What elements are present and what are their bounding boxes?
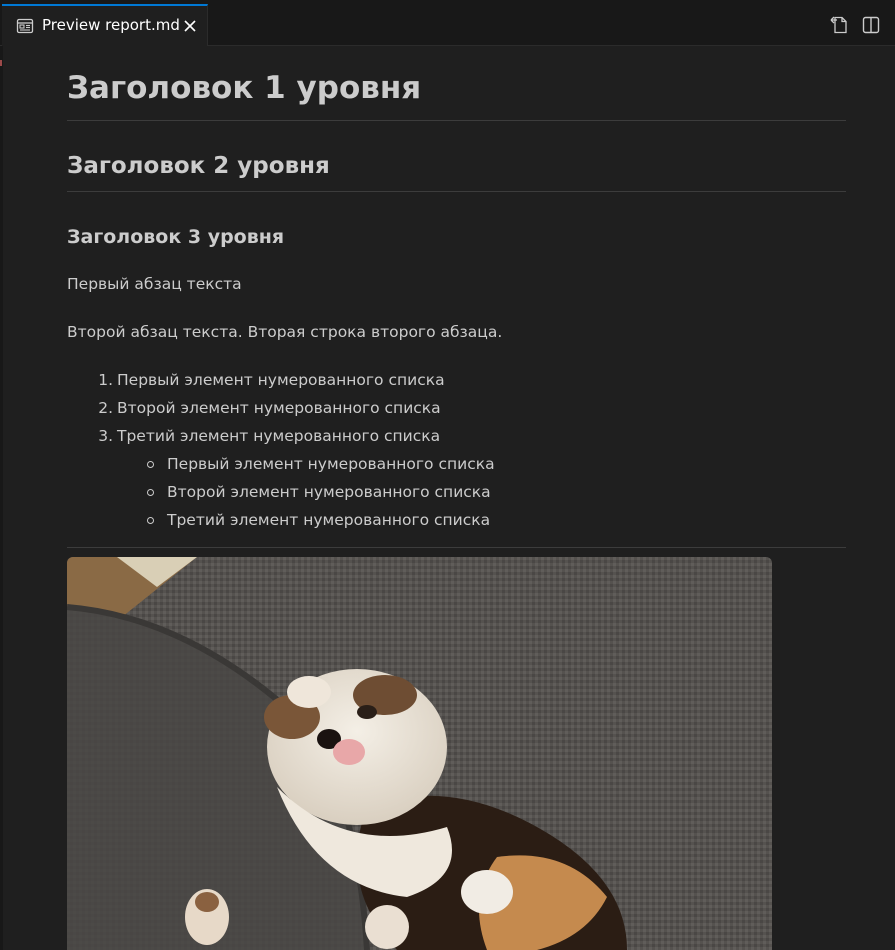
tab-preview-report[interactable]: Preview report.md [2,4,208,46]
left-edge [0,46,3,950]
paragraph-2: Второй абзац текста. Вторая строка второ… [67,323,503,341]
open-source-icon[interactable] [829,15,849,35]
ordered-list-item: 3. Третий элемент нумерованного списка [98,427,441,445]
bullet-marker [147,489,154,496]
heading-2-rule [67,191,846,192]
ordered-list-item: 1. Первый элемент нумерованного списка [98,371,445,389]
bullet-marker [147,461,154,468]
heading-1: Заголовок 1 уровня [67,70,422,106]
ordered-list-item: 2. Второй элемент нумерованного списка [98,399,441,417]
heading-3: Заголовок 3 уровня [67,226,285,248]
ferret-photo [67,557,772,950]
paragraph-1: Первый абзац текста [67,275,242,293]
nested-list-item: Первый элемент нумерованного списка [167,455,495,473]
editor-tab-bar: Preview report.md [0,0,895,46]
nested-list-item: Второй элемент нумерованного списка [167,483,491,501]
horizontal-rule [67,547,846,548]
close-icon[interactable] [182,18,198,34]
tab-title: Preview report.md [42,16,180,34]
heading-1-rule [67,120,846,121]
nested-list-item: Третий элемент нумерованного списка [167,511,491,529]
bullet-marker [147,517,154,524]
preview-icon [16,18,34,34]
heading-2: Заголовок 2 уровня [67,153,330,179]
split-editor-icon[interactable] [861,15,881,35]
